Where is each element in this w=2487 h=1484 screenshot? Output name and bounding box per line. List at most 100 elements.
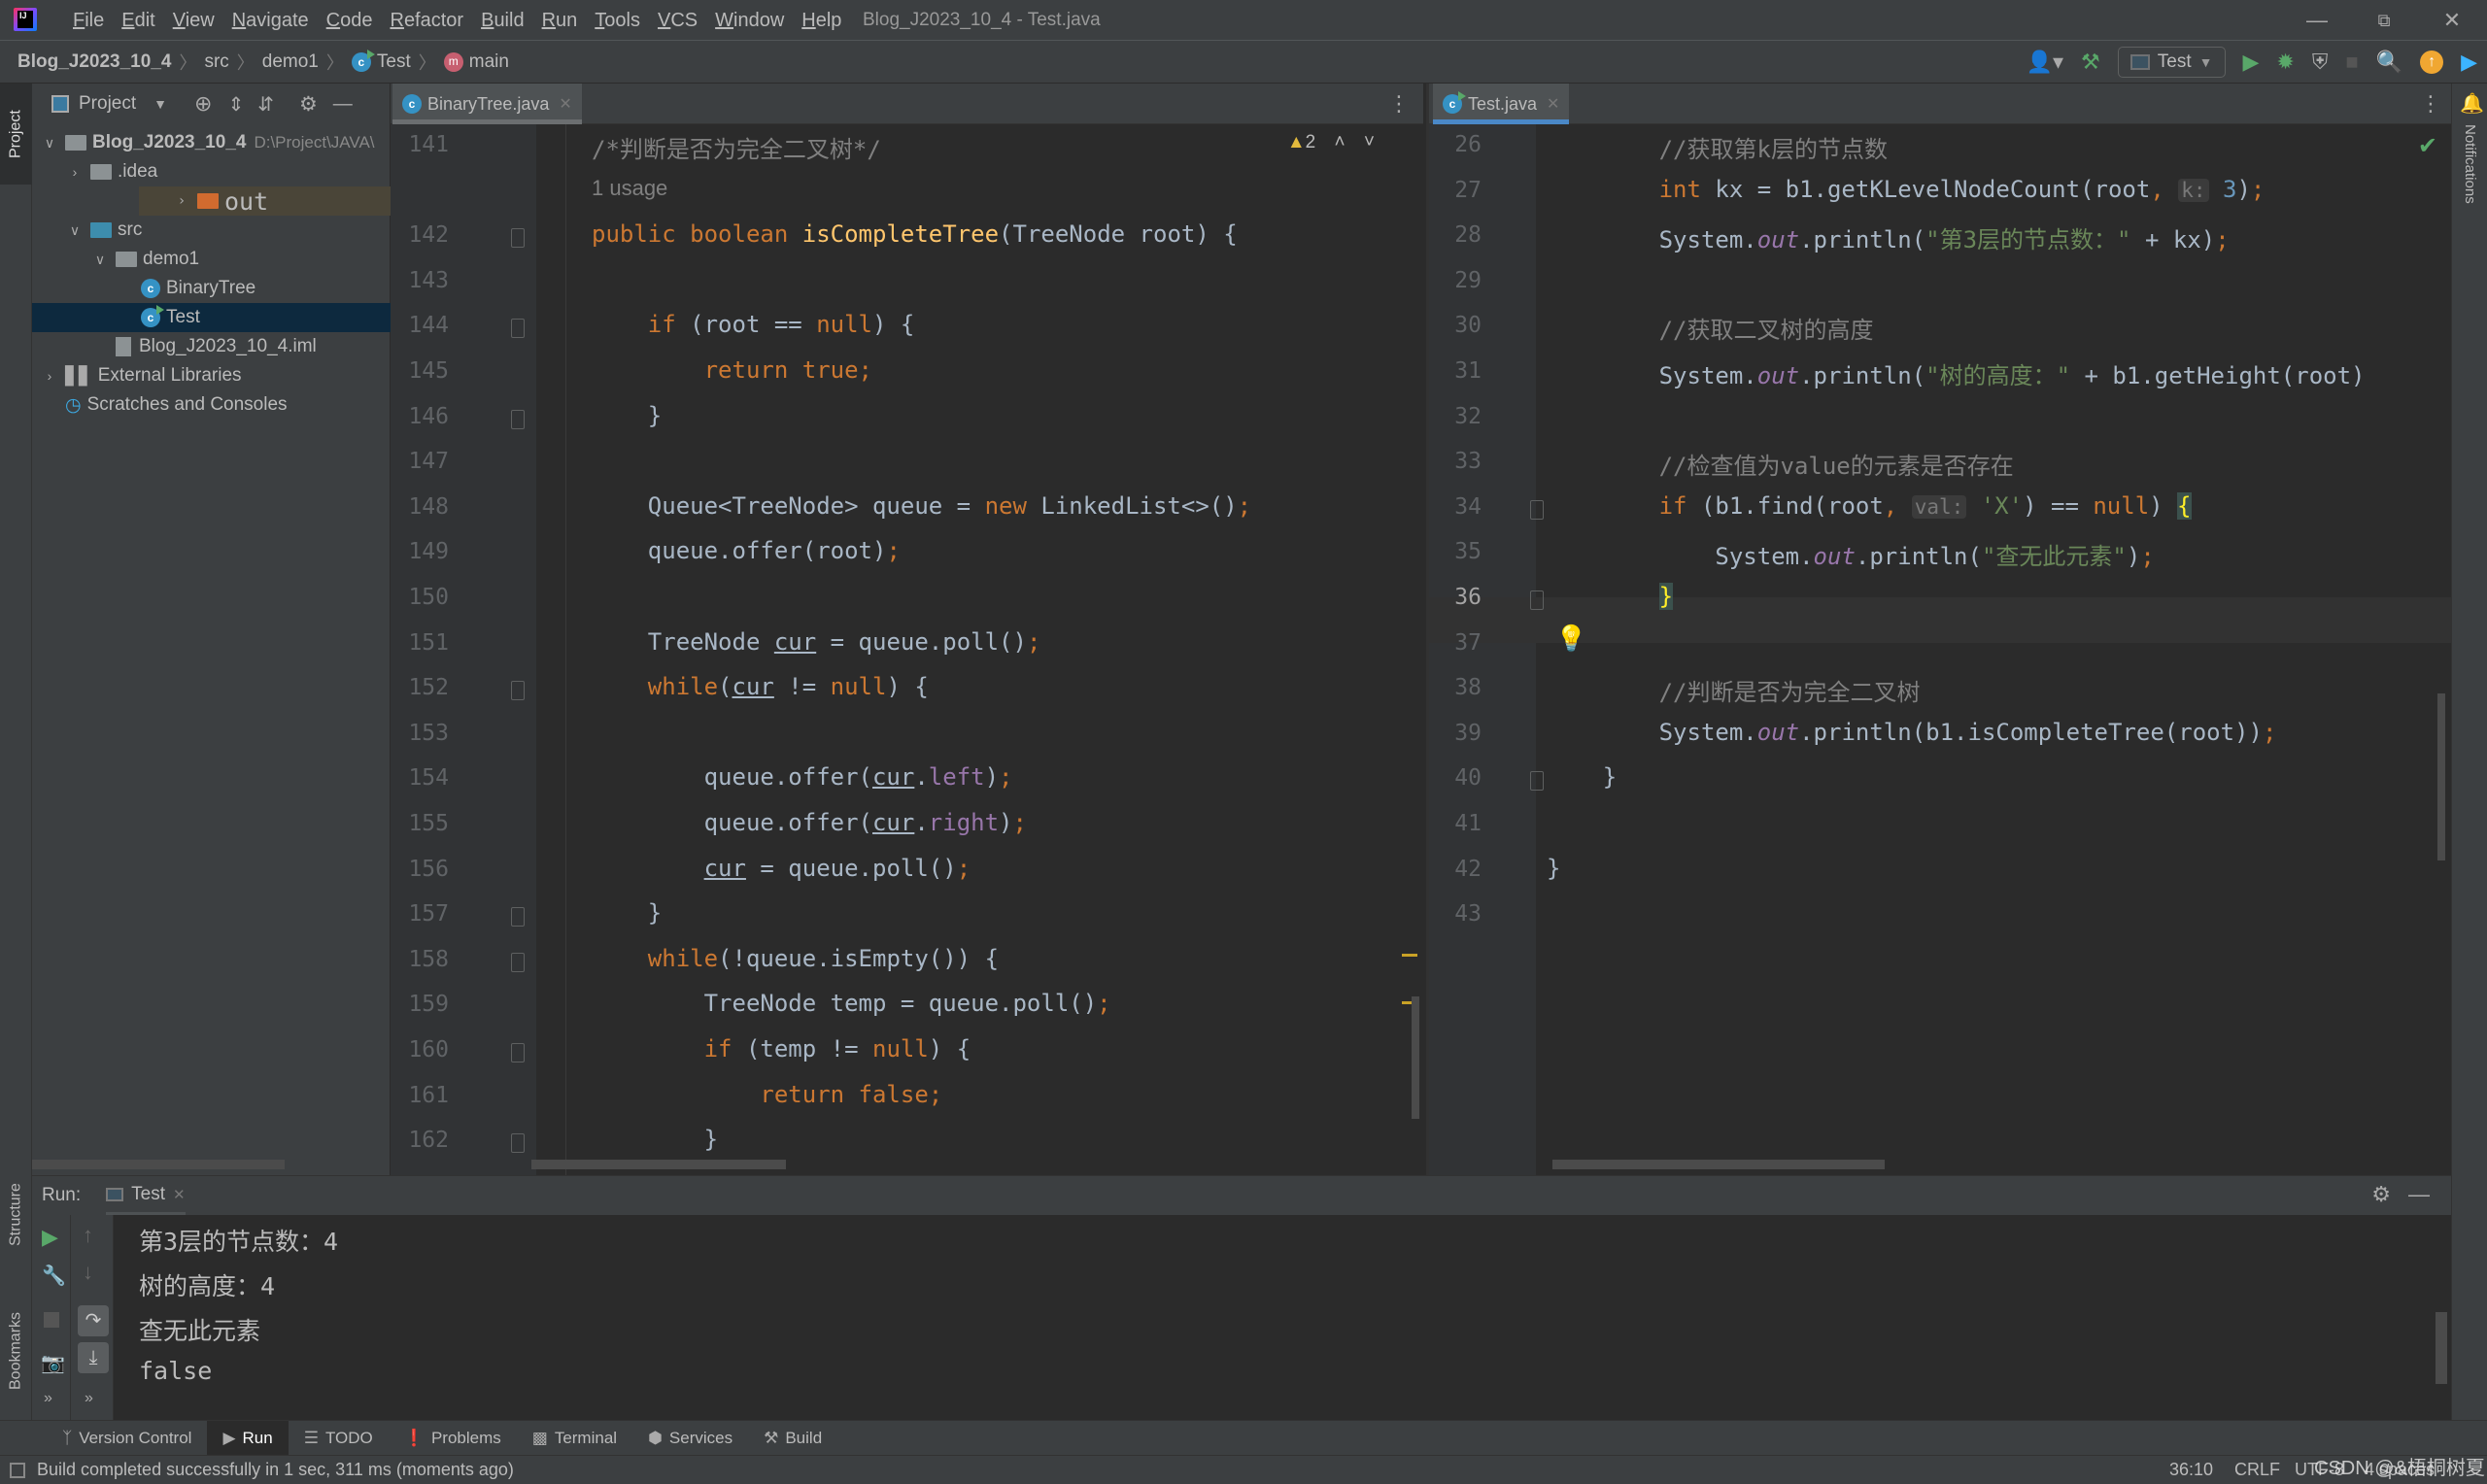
project-tool-tab[interactable]: Project	[0, 84, 32, 185]
bottom-tab-terminal[interactable]: ▩ Terminal	[517, 1421, 632, 1456]
code-line[interactable]: System.out.println(b1.isCompleteTree(roo…	[1547, 719, 2277, 746]
code-line[interactable]: cur = queue.poll();	[592, 855, 971, 882]
bottom-tab-todo[interactable]: ☰ TODO	[289, 1421, 389, 1456]
menu-navigate[interactable]: Navigate	[223, 0, 318, 41]
bottom-tab-build[interactable]: ⚒ Build	[748, 1421, 837, 1456]
close-tab-icon[interactable]: ✕	[173, 1186, 186, 1203]
bottom-tab-services[interactable]: ⬢ Services	[632, 1421, 748, 1456]
breadcrumb-project[interactable]: Blog_J2023_10_4	[17, 51, 171, 73]
code-line[interactable]: //获取第k层的节点数	[1547, 130, 1888, 164]
expand-all-icon[interactable]: ⇕	[227, 92, 244, 117]
code-line[interactable]: }	[1547, 583, 1674, 610]
fold-marker-icon[interactable]	[1530, 771, 1544, 792]
warning-marker[interactable]	[1402, 954, 1417, 957]
more-options-icon[interactable]: ⋮	[2420, 91, 2441, 117]
menu-tools[interactable]: Tools	[586, 0, 649, 41]
chevron-down-icon[interactable]: ∨	[90, 252, 110, 268]
line-separator[interactable]: CRLF	[2234, 1460, 2280, 1480]
horizontal-scrollbar[interactable]	[1552, 1160, 1885, 1169]
menu-run[interactable]: Run	[533, 0, 587, 41]
caret-position[interactable]: 36:10	[2169, 1460, 2213, 1480]
horizontal-scrollbar[interactable]	[32, 1160, 285, 1169]
fold-marker-icon[interactable]	[511, 681, 525, 701]
rerun-icon[interactable]: ▶	[42, 1225, 58, 1250]
breadcrumb-test[interactable]: Test	[377, 51, 411, 73]
fold-marker-icon[interactable]	[511, 1043, 525, 1062]
scroll-to-end-icon[interactable]: ⤓	[78, 1342, 109, 1373]
tree-item[interactable]: c BinaryTree	[32, 274, 391, 303]
menu-help[interactable]: Help	[793, 0, 850, 41]
run-configuration-selector[interactable]: Test ▼	[2117, 47, 2226, 78]
code-line[interactable]: if (b1.find(root, val: 'X') == null) {	[1547, 491, 2192, 520]
search-icon[interactable]: 🔍	[2376, 41, 2402, 84]
code-line[interactable]: queue.offer(cur.right);	[592, 809, 1027, 836]
coverage-icon[interactable]: ⛨	[2312, 41, 2329, 84]
run-icon[interactable]: ▶	[2243, 41, 2260, 84]
menu-file[interactable]: File	[64, 0, 113, 41]
arrow-up-icon[interactable]: ↑	[83, 1223, 93, 1248]
previous-highlight-icon[interactable]: ˄	[1335, 132, 1346, 152]
code-line[interactable]: if (root == null) {	[592, 311, 915, 338]
code-line[interactable]: System.out.println("查无此元素");	[1547, 537, 2154, 571]
chevron-down-icon[interactable]: ▼	[153, 96, 167, 112]
wrench-icon[interactable]: 🔧	[42, 1264, 66, 1288]
bottom-tab-version-control[interactable]: ᛉ Version Control	[47, 1421, 207, 1456]
fold-marker-icon[interactable]	[511, 952, 525, 972]
update-icon[interactable]: ↑	[2420, 51, 2444, 74]
debug-icon[interactable]: ✹	[2276, 41, 2294, 84]
menu-window[interactable]: Window	[706, 0, 793, 41]
inspection-widget[interactable]: ▲2 ˄ ˅	[1287, 132, 1375, 153]
vertical-scrollbar[interactable]	[2437, 693, 2445, 860]
tree-item[interactable]: c Test	[32, 303, 391, 332]
fold-marker-icon[interactable]	[511, 409, 525, 429]
code-line[interactable]: int kx = b1.getKLevelNodeCount(root, k: …	[1547, 176, 2266, 203]
code-line[interactable]: }	[592, 402, 662, 429]
intention-bulb-icon[interactable]: 💡	[1555, 624, 1586, 654]
code-line[interactable]: TreeNode cur = queue.poll();	[592, 628, 1041, 656]
menu-edit[interactable]: Edit	[113, 0, 163, 41]
code-line[interactable]: if (temp != null) {	[592, 1035, 971, 1062]
project-view-label[interactable]: Project	[79, 93, 136, 115]
code-line[interactable]: TreeNode temp = queue.poll();	[592, 990, 1111, 1017]
code-line[interactable]: Queue<TreeNode> queue = new LinkedList<>…	[592, 492, 1251, 520]
tree-item[interactable]: ◷ Scratches and Consoles	[32, 390, 391, 420]
chevron-right-icon[interactable]: ›	[172, 193, 191, 209]
build-hammer-icon[interactable]: ⚒	[2081, 41, 2100, 84]
tab-test-java[interactable]: c Test.java ✕	[1433, 84, 1570, 124]
menu-vcs[interactable]: VCS	[649, 0, 706, 41]
code-line[interactable]: while(cur != null) {	[592, 673, 929, 700]
fold-marker-icon[interactable]	[511, 228, 525, 249]
tree-item[interactable]: ∨ src	[32, 216, 391, 245]
stop-icon[interactable]	[44, 1312, 59, 1328]
restore-button[interactable]: ⧉	[2355, 0, 2413, 41]
code-line[interactable]: return true;	[592, 356, 872, 384]
chevron-down-icon[interactable]: ∨	[65, 222, 85, 239]
next-highlight-icon[interactable]: ˅	[1364, 132, 1375, 152]
code-line[interactable]: }	[1547, 855, 1560, 882]
code-line[interactable]: //获取二叉树的高度	[1547, 311, 1874, 345]
menu-refactor[interactable]: Refactor	[381, 0, 472, 41]
close-window-button[interactable]: ✕	[2423, 0, 2481, 41]
tree-item[interactable]: Blog_J2023_10_4.iml	[32, 332, 391, 361]
horizontal-scrollbar[interactable]	[531, 1160, 786, 1169]
vertical-scrollbar[interactable]	[2436, 1312, 2447, 1384]
fold-marker-icon[interactable]	[511, 1133, 525, 1154]
menu-build[interactable]: Build	[472, 0, 532, 41]
notification-bell-icon[interactable]: 🔔	[2460, 91, 2484, 116]
minimize-button[interactable]: —	[2288, 0, 2346, 41]
toggle-tool-windows-icon[interactable]	[10, 1462, 25, 1478]
collapse-all-icon[interactable]: ⇵	[257, 92, 274, 117]
tree-item[interactable]: ∨ Blog_J2023_10_4 D:\Project\JAVA\	[32, 128, 391, 157]
fold-marker-icon[interactable]	[511, 907, 525, 928]
tree-item[interactable]: › ▋▋ External Libraries	[32, 361, 391, 390]
bookmarks-tool-tab[interactable]: Bookmarks	[0, 1278, 32, 1424]
close-tab-icon[interactable]: ✕	[559, 94, 571, 114]
code-line[interactable]: queue.offer(cur.left);	[592, 763, 1013, 791]
chevron-down-icon[interactable]: ∨	[40, 135, 59, 152]
code-line[interactable]: /*判断是否为完全二叉树*/	[592, 130, 881, 164]
stop-icon[interactable]: ■	[2345, 41, 2358, 84]
notifications-tool-tab[interactable]: Notifications	[2452, 124, 2487, 299]
tab-binarytree-java[interactable]: c BinaryTree.java ✕	[392, 84, 582, 124]
close-tab-icon[interactable]: ✕	[1547, 94, 1559, 114]
structure-tool-tab[interactable]: Structure	[0, 1162, 32, 1268]
